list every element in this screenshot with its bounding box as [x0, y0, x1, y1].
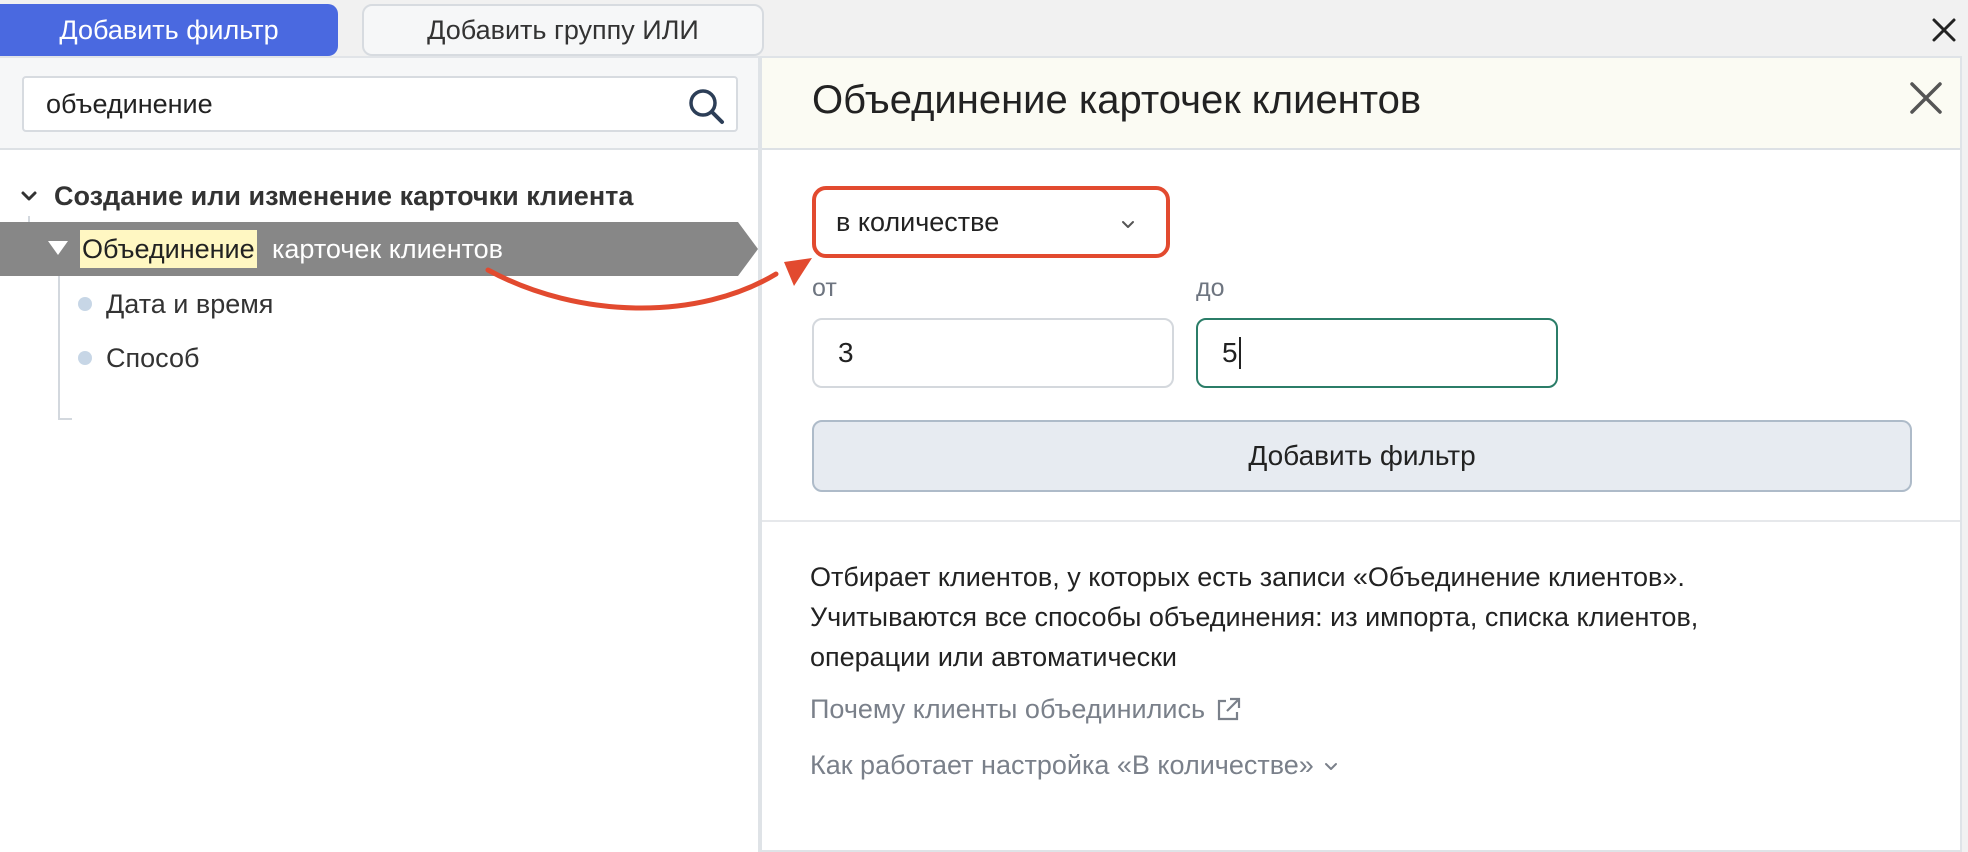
to-label: до [1196, 274, 1225, 302]
tree-group-client-card[interactable]: Создание или изменение карточки клиента [18, 176, 633, 216]
close-icon[interactable] [1928, 14, 1960, 46]
panel-title: Объединение карточек клиентов [812, 78, 1422, 122]
tree-item-label: Дата и время [106, 288, 274, 319]
description-line: Учитываются все способы объединения: из … [810, 602, 1699, 632]
filter-settings-panel: Объединение карточек клиентов в количест… [760, 56, 1962, 852]
from-value: 3 [838, 337, 854, 368]
why-merged-link[interactable]: Почему клиенты объединились [810, 694, 1243, 725]
tree-item-method[interactable]: Способ [78, 338, 199, 378]
from-input[interactable]: 3 [812, 318, 1174, 388]
filter-tree-pane: Создание или изменение карточки клиента … [0, 56, 760, 852]
close-icon[interactable] [1906, 78, 1946, 118]
select-value: в количестве [836, 206, 1000, 237]
tree-item-date-time[interactable]: Дата и время [78, 284, 273, 324]
how-it-works-link[interactable]: Как работает настройка «В количестве» [810, 750, 1340, 781]
tree-item-merge-cards[interactable]: Объединение карточек клиентов [0, 222, 758, 276]
search-box[interactable] [22, 76, 738, 132]
to-value: 5 [1222, 337, 1238, 368]
tree-connector [58, 418, 72, 420]
chevron-down-icon [1324, 762, 1337, 770]
description-line: Отбирает клиентов, у которых есть записи… [810, 562, 1685, 592]
caret-down-icon[interactable] [48, 239, 68, 257]
from-label: от [812, 274, 837, 302]
text-cursor [1238, 337, 1241, 369]
panel-header: Объединение карточек клиентов [762, 58, 1960, 150]
search-icon[interactable] [686, 86, 726, 126]
bullet-icon [78, 297, 92, 311]
tree-group-label: Создание или изменение карточки клиента [54, 180, 634, 211]
chevron-down-icon [1122, 221, 1134, 228]
quantity-mode-select[interactable]: в количестве [812, 186, 1170, 258]
chevron-down-icon[interactable] [18, 185, 40, 207]
link-label: Как работает настройка «В количестве» [810, 750, 1314, 780]
search-area [0, 58, 758, 150]
external-link-icon [1217, 697, 1241, 720]
link-label: Почему клиенты объединились [810, 694, 1206, 724]
add-or-group-button[interactable]: Добавить группу ИЛИ [362, 4, 764, 56]
search-input[interactable] [44, 86, 644, 122]
divider [762, 520, 1960, 522]
add-filter-button[interactable]: Добавить фильтр [0, 4, 338, 56]
description-line: операции или автоматически [810, 642, 1177, 672]
search-match-highlight: Объединение [80, 230, 257, 268]
tree-item-label: Способ [106, 342, 200, 373]
to-input[interactable]: 5 [1196, 318, 1558, 388]
apply-filter-button[interactable]: Добавить фильтр [812, 420, 1912, 492]
tree-item-label: карточек клиентов [272, 234, 504, 264]
tree-connector [58, 276, 60, 420]
bullet-icon [78, 351, 92, 365]
